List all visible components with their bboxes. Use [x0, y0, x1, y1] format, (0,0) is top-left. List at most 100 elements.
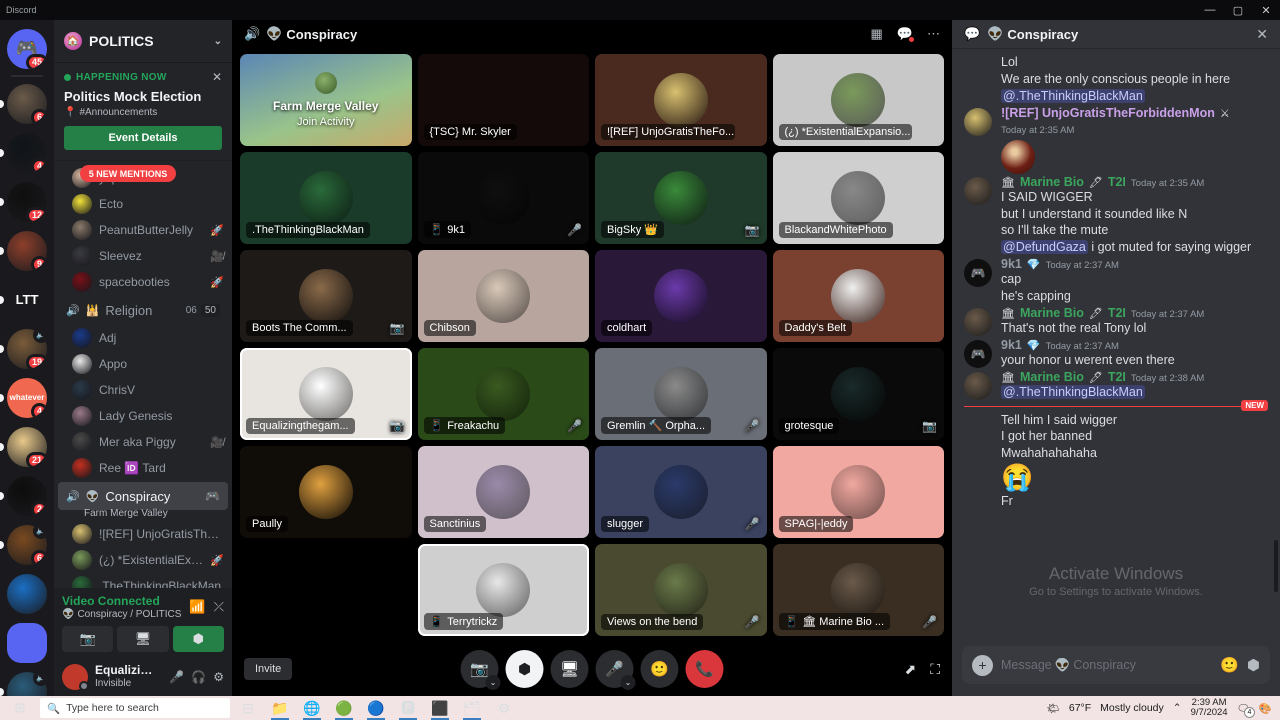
- server-icon-server-logo-dark[interactable]: 4: [0, 128, 54, 177]
- attach-button[interactable]: +: [972, 654, 993, 676]
- channel-list[interactable]: yop5 NEW MENTIONSEctoPeanutButterJelly🚀S…: [54, 161, 232, 588]
- message-image[interactable]: [1001, 139, 1035, 174]
- mic-muted-icon[interactable]: 🎤: [169, 670, 184, 684]
- maximize-button[interactable]: ▢: [1224, 0, 1252, 20]
- user-avatar[interactable]: [62, 664, 89, 691]
- voice-channel-religion[interactable]: 🔊 🕌 Religion 06 50: [58, 296, 228, 324]
- more-options-icon[interactable]: ⋯: [927, 26, 940, 42]
- tray-expand-icon[interactable]: ⌃: [1173, 702, 1182, 714]
- message-input[interactable]: Message 👽 Conspiracy: [1001, 658, 1212, 673]
- taskbar-dark-app[interactable]: ⬛: [426, 696, 454, 720]
- fullscreen-icon[interactable]: ⛶: [930, 661, 940, 678]
- message-avatar[interactable]: [964, 307, 992, 336]
- server-icon-server-bearded-man[interactable]: 6: [0, 79, 54, 128]
- video-tile[interactable]: .TheThinkingBlackMan: [240, 152, 412, 244]
- video-tile[interactable]: Chibson: [417, 250, 589, 342]
- clock[interactable]: 2:39 AM 9/7/2024: [1191, 697, 1228, 719]
- taskbar-globe-app[interactable]: 🌐: [298, 696, 326, 720]
- video-tile[interactable]: BigSky 👑 📷: [595, 152, 767, 244]
- event-card[interactable]: HAPPENING NOW ✕ Politics Mock Election 📍…: [54, 62, 232, 161]
- invite-button[interactable]: Invite: [244, 658, 293, 680]
- video-grid[interactable]: Farm Merge Valley Join Activity {TSC} Mr. …: [240, 54, 944, 538]
- chat-toggle-icon[interactable]: 💬: [897, 26, 915, 43]
- video-tile[interactable]: Gremlin 🔨 Orpha... 🎤: [595, 348, 767, 440]
- server-icon-server-guitar-man[interactable]: 9: [0, 226, 54, 275]
- taskbar-apps[interactable]: ⊟ 📁 🌐 🟢 🔵 🅿 ⬛ 🗂 ⚙: [234, 696, 518, 720]
- video-tile[interactable]: SPAG|-|eddy: [772, 446, 944, 538]
- server-icon-server-folder[interactable]: [0, 618, 54, 667]
- voice-member[interactable]: ![REF] UnjoGratisTheF...: [54, 521, 232, 547]
- message-avatar[interactable]: [964, 176, 992, 205]
- video-tile[interactable]: Equalizingthegam... 📷: [240, 348, 412, 440]
- taskbar-green-app[interactable]: 🟢: [330, 696, 358, 720]
- voice-channel-conspiracy[interactable]: 🔊 👽 Conspiracy 🎮: [58, 482, 228, 510]
- video-tile[interactable]: Farm Merge Valley Join Activity: [240, 54, 412, 146]
- message-author[interactable]: 9k1: [1001, 338, 1022, 352]
- message-author[interactable]: Marine Bio: [1020, 175, 1084, 189]
- camera-off-button[interactable]: 📷: [62, 626, 114, 652]
- server-icon-server-earth[interactable]: 🔊24: [0, 667, 54, 696]
- user-panel[interactable]: Equalizing... Invisible 🎤 🎧 ⚙: [54, 658, 232, 696]
- voice-member[interactable]: Ecto: [54, 191, 232, 217]
- voice-member[interactable]: Adj: [54, 325, 232, 351]
- message-avatar[interactable]: [964, 371, 992, 400]
- server-icon-server-ltt[interactable]: LTT: [0, 275, 54, 324]
- server-icon-server-black-logo[interactable]: 2: [0, 471, 54, 520]
- taskbar-task-view[interactable]: ⊟: [234, 696, 262, 720]
- voice-member[interactable]: Appo: [54, 351, 232, 377]
- emoji-picker-icon[interactable]: 🙂: [1220, 656, 1239, 674]
- video-tile[interactable]: slugger 🎤: [595, 446, 767, 538]
- start-button[interactable]: ⊞: [0, 700, 40, 716]
- hangup-button[interactable]: 📞: [685, 650, 724, 688]
- message-author[interactable]: Marine Bio: [1020, 306, 1084, 320]
- mic-muted-button[interactable]: 🎤 ⌄: [595, 650, 636, 690]
- event-close-icon[interactable]: ✕: [212, 70, 222, 84]
- screen-share-button[interactable]: 🖥: [550, 650, 589, 688]
- weather-icon[interactable]: 🌤: [1047, 702, 1060, 715]
- video-tile[interactable]: Paully: [240, 446, 412, 538]
- voice-member[interactable]: PeanutButterJelly 🚀: [54, 217, 232, 243]
- video-tile[interactable]: 📱 🏛 Marine Bio ... 🎤: [772, 544, 944, 636]
- message-list[interactable]: Lol We are the only conscious people in h…: [952, 48, 1280, 646]
- video-tile[interactable]: Boots The Comm... 📷: [240, 250, 412, 342]
- event-details-button[interactable]: Event Details: [64, 126, 222, 150]
- headset-muted-icon[interactable]: 🎧: [191, 670, 206, 684]
- search-input[interactable]: 🔍 Type here to search: [40, 698, 230, 718]
- video-tile[interactable]: ![REF] UnjoGratisTheFo...: [595, 54, 767, 146]
- taskbar-file-explorer[interactable]: 📁: [266, 696, 294, 720]
- mention-chip[interactable]: @.TheThinkingBlackMan: [1001, 88, 1145, 103]
- disconnect-icon[interactable]: ⤫: [214, 599, 224, 615]
- minimize-button[interactable]: —: [1196, 0, 1224, 20]
- video-tile[interactable]: 📱 Freakachu 🎤: [417, 348, 589, 440]
- video-tile[interactable]: coldhart: [595, 250, 767, 342]
- server-header[interactable]: 🏠 POLITICS ⌄: [54, 20, 232, 62]
- taskbar-app-pink[interactable]: 🅿: [394, 696, 422, 720]
- server-icon-server-blue-dancer[interactable]: [0, 569, 54, 618]
- screen-share-button[interactable]: 🖥: [117, 626, 169, 652]
- taskbar-layers-app[interactable]: 🗂: [458, 696, 486, 720]
- popout-icon[interactable]: ⬈: [904, 661, 916, 678]
- voice-member[interactable]: .TheThinkingBlackMan: [54, 573, 232, 588]
- server-rail[interactable]: 🎮4564129LTT🔊19whatever4212🔊6🔊24🚀5🚀NEW: [0, 20, 54, 696]
- video-tile[interactable]: BlackandWhitePhoto: [772, 152, 944, 244]
- server-icon-server-king[interactable]: 🔊 6: [0, 520, 54, 569]
- voice-member[interactable]: Mer aka Piggy 🎥̸: [54, 429, 232, 455]
- chevron-down-icon[interactable]: ⌄: [620, 675, 636, 690]
- signal-icon[interactable]: 📶: [189, 599, 205, 615]
- activities-button[interactable]: ⬢: [172, 626, 224, 652]
- video-tile[interactable]: {TSC} Mr. Skyler: [417, 54, 589, 146]
- message-author[interactable]: ![REF] UnjoGratisTheForbiddenMon: [1001, 106, 1215, 120]
- chat-scrollbar[interactable]: [1274, 540, 1278, 592]
- server-icon-discord-home[interactable]: 🎮 45: [0, 24, 54, 73]
- emoji-button[interactable]: 🙂: [640, 650, 679, 688]
- new-mentions-badge[interactable]: 5 NEW MENTIONS: [80, 165, 176, 182]
- join-activity-label[interactable]: Join Activity: [297, 116, 354, 128]
- video-tile[interactable]: 📱 Terrytrickz: [417, 544, 589, 636]
- video-grid-last-row[interactable]: 📱 Terrytrickz Views on the bend 🎤 📱 🏛 Marine …: [240, 544, 944, 636]
- taskbar-chrome[interactable]: 🔵: [362, 696, 390, 720]
- server-icon-server-whatever[interactable]: whatever 4: [0, 373, 54, 422]
- close-button[interactable]: ✕: [1252, 0, 1280, 20]
- server-icon-server-art[interactable]: 🔊 19: [0, 324, 54, 373]
- voice-member[interactable]: (¿) *ExistentialExpa... 🚀: [54, 547, 232, 573]
- mention-chip[interactable]: @.TheThinkingBlackMan: [1001, 384, 1145, 399]
